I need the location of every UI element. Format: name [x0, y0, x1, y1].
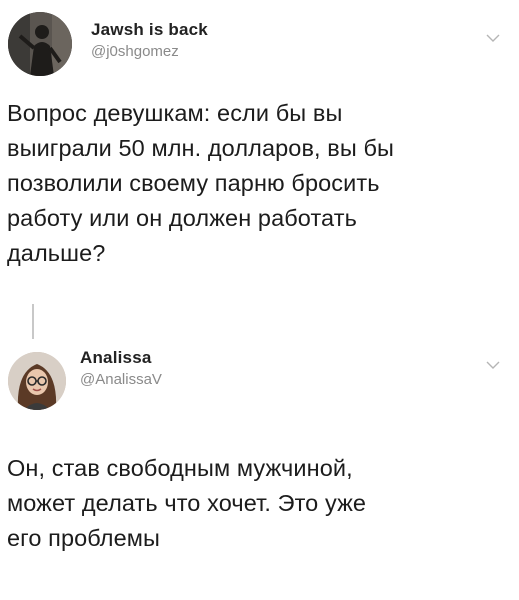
thread-connector-line	[32, 304, 34, 339]
chevron-down-icon[interactable]	[486, 30, 500, 42]
tweet-text-line: дальше?	[7, 240, 106, 266]
tweet-text-line: Он, став свободным мужчиной,	[7, 455, 353, 481]
user-avatar-silhouette-icon	[8, 12, 72, 76]
avatar[interactable]	[8, 352, 66, 410]
tweet-text-line: выиграли 50 млн. долларов, вы бы	[7, 135, 395, 161]
avatar[interactable]	[8, 12, 72, 76]
tweet-text: Вопрос девушкам: если бы вы выиграли 50 …	[7, 96, 512, 271]
tweet-text-line: может делать что хочет. Это уже	[7, 490, 367, 516]
tweet-text-line: его проблемы	[7, 525, 161, 551]
author-name[interactable]: Jawsh is back	[91, 20, 208, 40]
tweet-text: Он, став свободным мужчиной, может делат…	[7, 451, 512, 556]
user-avatar-photo-icon	[8, 352, 66, 410]
chevron-down-icon[interactable]	[486, 357, 500, 369]
tweet-text-line: работу или он должен работать	[7, 205, 357, 231]
author-name[interactable]: Analissa	[80, 348, 152, 368]
author-handle[interactable]: @AnalissaV	[80, 371, 162, 388]
author-handle[interactable]: @j0shgomez	[91, 43, 179, 60]
tweet-text-line: Вопрос девушкам: если бы вы	[7, 100, 343, 126]
tweet-text-line: позволили своему парню бросить	[7, 170, 380, 196]
